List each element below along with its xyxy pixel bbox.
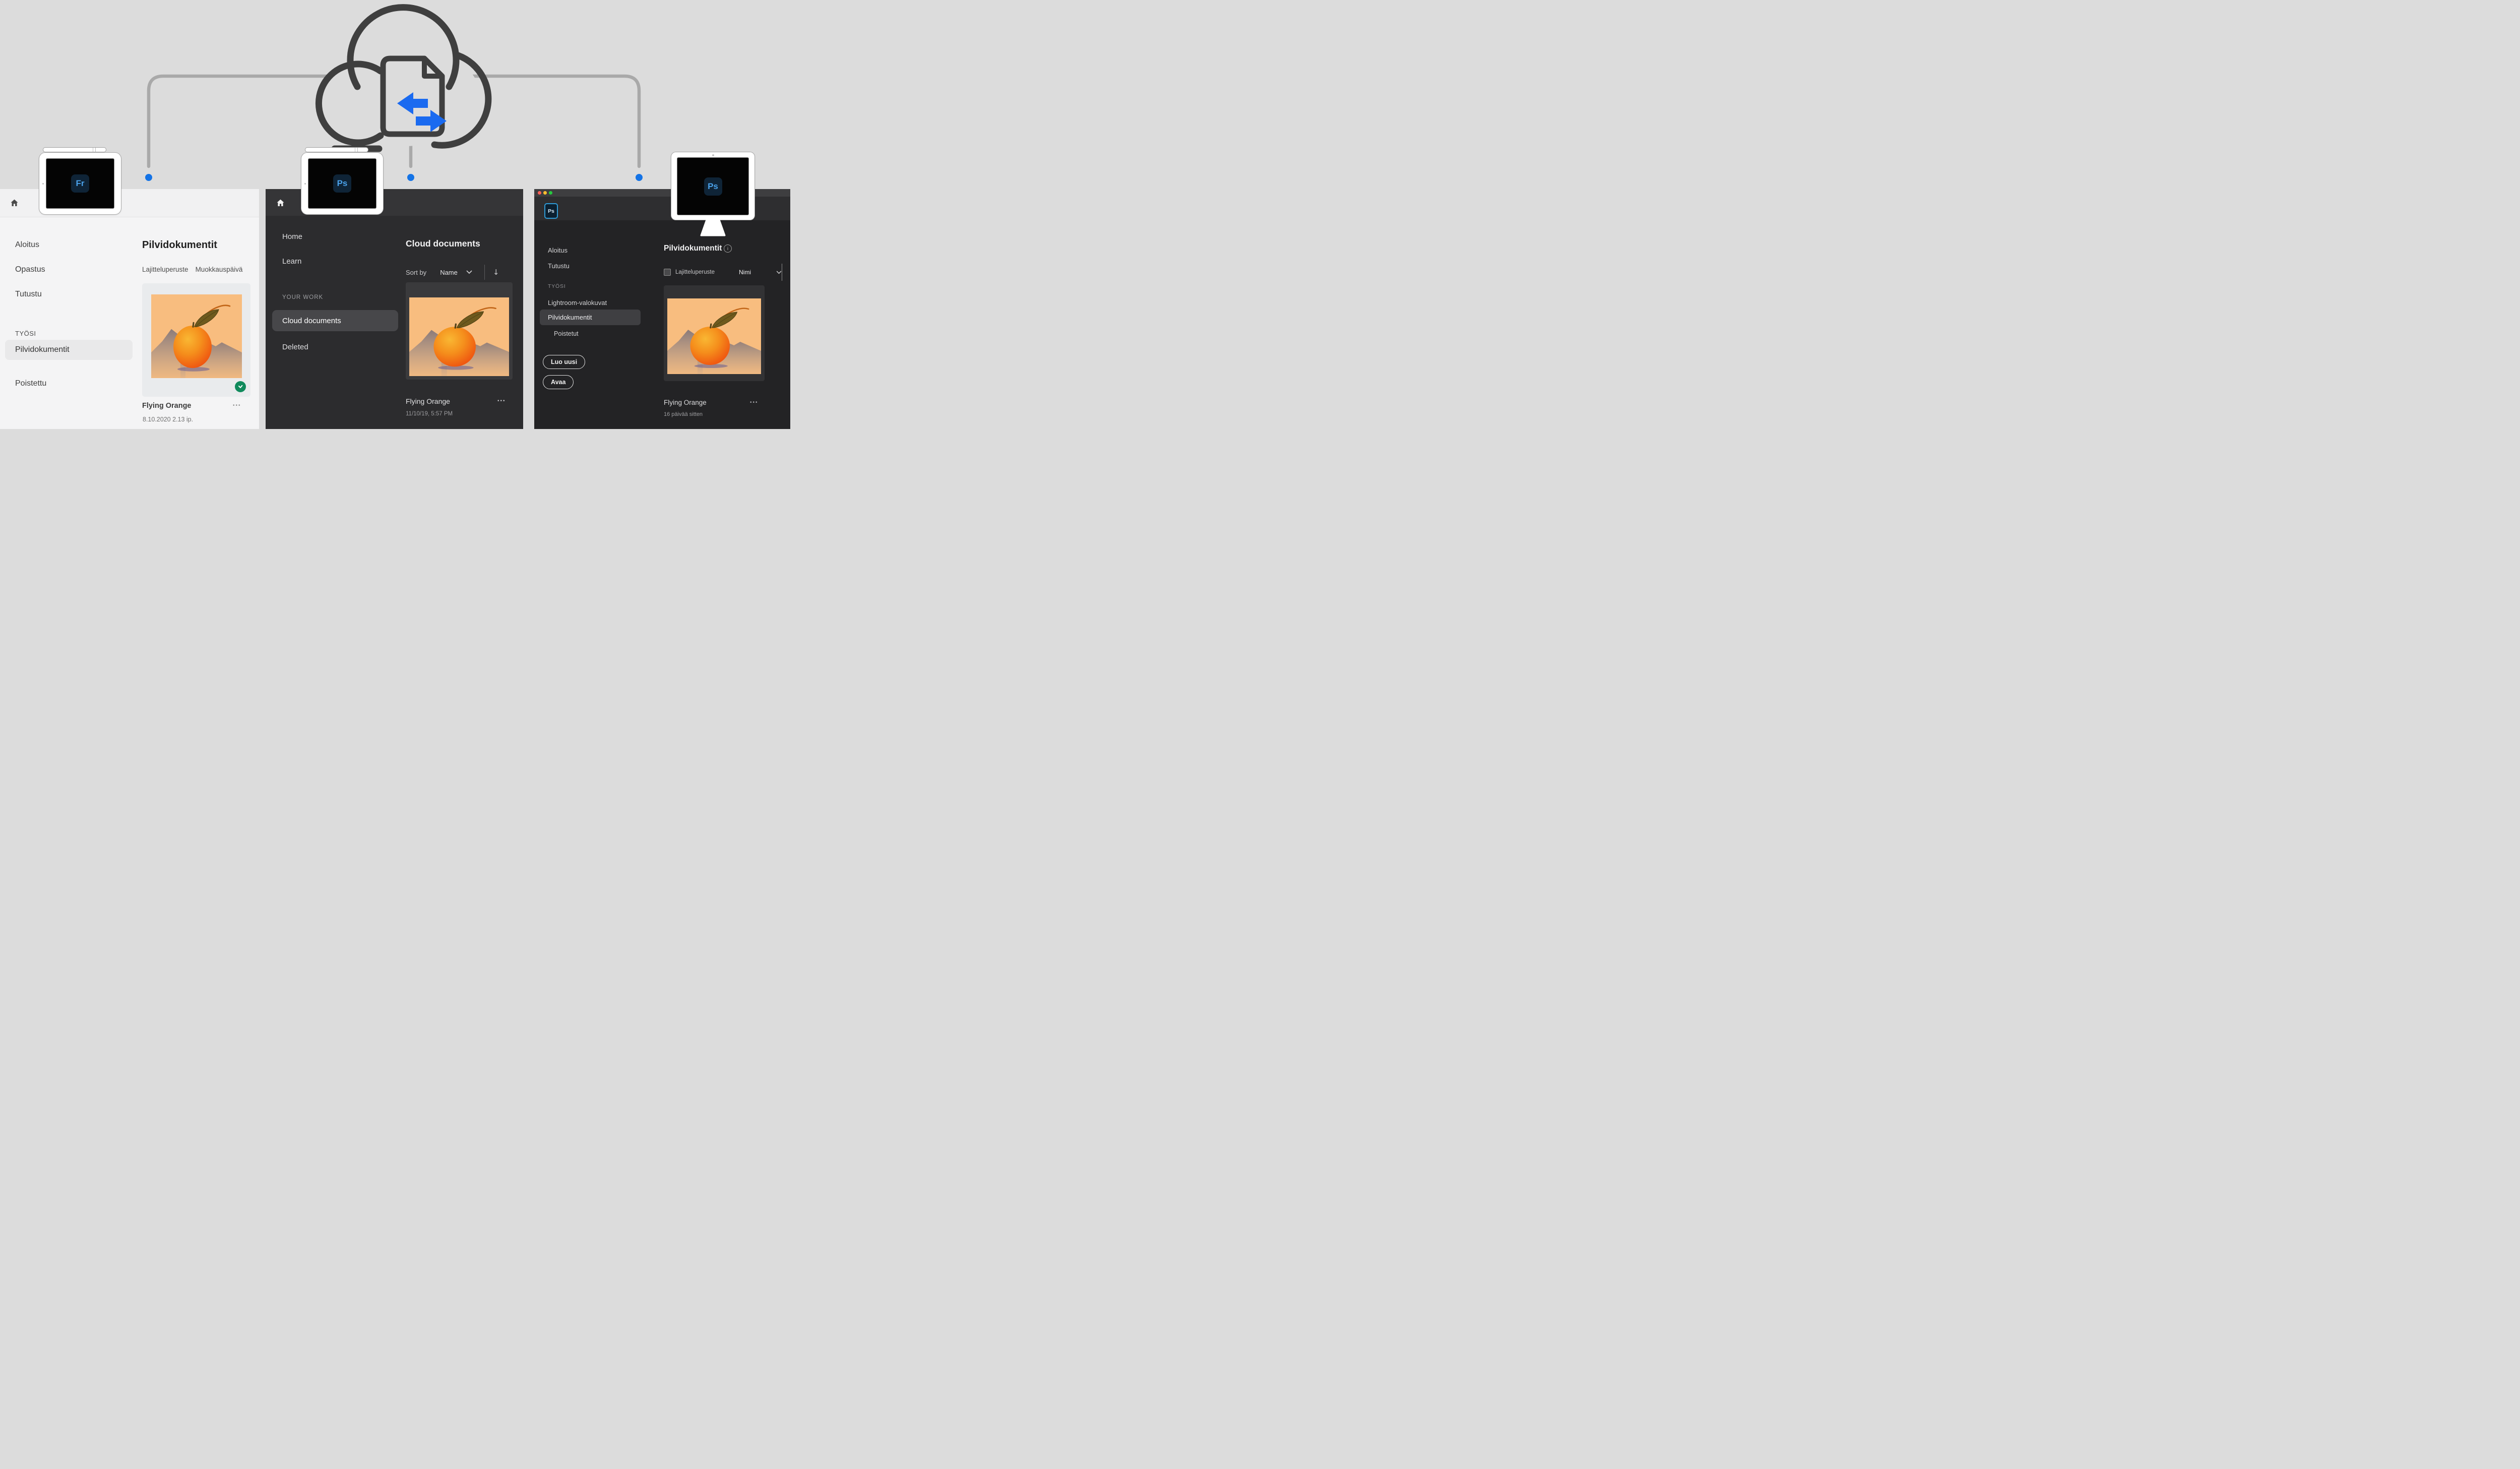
- sync-endpoint-dots: [145, 174, 643, 181]
- sidebar-item-cloud-documents[interactable]: Cloud documents: [272, 310, 398, 331]
- document-card[interactable]: [142, 283, 250, 397]
- page-title: Pilvidokumentit: [142, 239, 217, 251]
- close-window-button[interactable]: [538, 191, 541, 195]
- zoom-window-button[interactable]: [549, 191, 552, 195]
- info-icon[interactable]: i: [724, 244, 732, 253]
- document-thumbnail: [409, 297, 509, 376]
- sidebar-item-opastus[interactable]: Opastus: [15, 265, 45, 274]
- document-title: Flying Orange: [664, 399, 707, 406]
- sidebar-item-deleted[interactable]: Deleted: [282, 343, 308, 351]
- sort-checkbox[interactable]: [664, 269, 671, 276]
- stylus: [43, 148, 106, 152]
- desktop-monitor-photoshop: Ps: [671, 152, 754, 220]
- sidebar-item-poistettu[interactable]: Poistettu: [15, 379, 46, 388]
- document-date: 16 päivää sitten: [664, 411, 703, 417]
- sidebar-item-aloitus[interactable]: Aloitus: [548, 247, 568, 254]
- app-icon-label: Ps: [708, 181, 718, 192]
- page-title: Pilvidokumentit: [664, 244, 722, 253]
- document-date: 8.10.2020 2.13 ip.: [143, 416, 193, 423]
- sort-label: Sort by: [406, 269, 426, 276]
- sort-direction-icon[interactable]: ↓: [493, 268, 499, 277]
- tablet-device-photoshop: Ps: [301, 153, 383, 214]
- monitor-screen: Ps: [677, 158, 748, 215]
- sidebar-item-poistetut[interactable]: Poistetut: [554, 330, 579, 337]
- sidebar-item-label: Cloud documents: [282, 317, 341, 325]
- sidebar-item-learn[interactable]: Learn: [282, 257, 301, 266]
- photoshop-ipad-panel: Home Learn YOUR WORK Cloud documents Del…: [266, 189, 523, 429]
- app-icon-label: Fr: [76, 178, 85, 189]
- sidebar-item-label: Pilvidokumentit: [548, 314, 592, 321]
- document-menu-button[interactable]: •••: [497, 398, 506, 404]
- tablet-screen: Ps: [308, 159, 376, 208]
- photoshop-app-icon: Ps: [333, 174, 351, 193]
- document-card[interactable]: [664, 285, 765, 381]
- sidebar-item-pilvidokumentit[interactable]: Pilvidokumentit: [5, 340, 133, 360]
- sync-complete-badge: [235, 381, 246, 392]
- document-card[interactable]: [406, 282, 513, 380]
- camera-dot: [42, 183, 44, 185]
- sidebar-section-your-work: YOUR WORK: [282, 294, 323, 300]
- sidebar-item-aloitus[interactable]: Aloitus: [15, 240, 39, 250]
- sort-dropdown[interactable]: Nimi: [739, 269, 751, 276]
- document-menu-button[interactable]: •••: [750, 400, 759, 405]
- chevron-down-icon[interactable]: [466, 270, 472, 274]
- sort-label: Lajitteluperuste: [142, 266, 188, 273]
- home-icon[interactable]: [10, 198, 19, 208]
- sidebar-item-tutustu[interactable]: Tutustu: [15, 290, 42, 299]
- document-thumbnail: [151, 294, 242, 378]
- fresco-app-icon: Fr: [71, 174, 89, 193]
- camera-dot: [712, 154, 714, 156]
- chevron-down-icon[interactable]: [776, 271, 782, 274]
- check-icon: [237, 384, 243, 390]
- sidebar-item-home[interactable]: Home: [282, 232, 302, 241]
- sidebar-item-pilvidokumentit[interactable]: Pilvidokumentit: [540, 310, 641, 325]
- document-title: Flying Orange: [142, 402, 192, 410]
- camera-dot: [304, 183, 306, 185]
- sidebar-item-label: Pilvidokumentit: [15, 345, 70, 354]
- page-title: Cloud documents: [406, 238, 480, 249]
- app-icon-label: Ps: [337, 178, 348, 189]
- tablet-device-fresco: Fr: [39, 153, 121, 214]
- document-date: 11/10/19, 5:57 PM: [406, 411, 453, 417]
- sort-dropdown[interactable]: Name: [440, 269, 458, 276]
- sort-label: Lajitteluperuste: [675, 269, 715, 275]
- sidebar-section-tyosi: TYÖSI: [548, 283, 566, 289]
- minimize-window-button[interactable]: [543, 191, 547, 195]
- document-menu-button[interactable]: •••: [233, 403, 241, 408]
- app-icon-label: Ps: [548, 208, 554, 214]
- sidebar-item-lightroom-valokuvat[interactable]: Lightroom-valokuvat: [548, 299, 607, 307]
- photoshop-desktop-panel: Ps Aloitus Tutustu TYÖSI Lightroom-valok…: [534, 189, 790, 429]
- sort-value[interactable]: Muokkauspäivä: [196, 266, 243, 273]
- document-thumbnail: [667, 298, 761, 374]
- document-title: Flying Orange: [406, 397, 450, 405]
- create-new-button[interactable]: Luo uusi: [543, 355, 585, 369]
- monitor-stand: [696, 219, 731, 237]
- open-button[interactable]: Avaa: [543, 375, 574, 389]
- sidebar-section-tyosi: TYÖSI: [15, 330, 36, 337]
- photoshop-app-icon: Ps: [704, 177, 722, 196]
- fresco-panel: Aloitus Opastus Tutustu TYÖSI Pilvidokum…: [0, 189, 259, 429]
- stylus: [305, 148, 368, 152]
- photoshop-app-icon: Ps: [544, 203, 558, 219]
- divider: [484, 265, 485, 280]
- tablet-screen: Fr: [46, 159, 114, 208]
- home-icon[interactable]: [276, 198, 285, 208]
- sidebar-item-tutustu[interactable]: Tutustu: [548, 262, 570, 270]
